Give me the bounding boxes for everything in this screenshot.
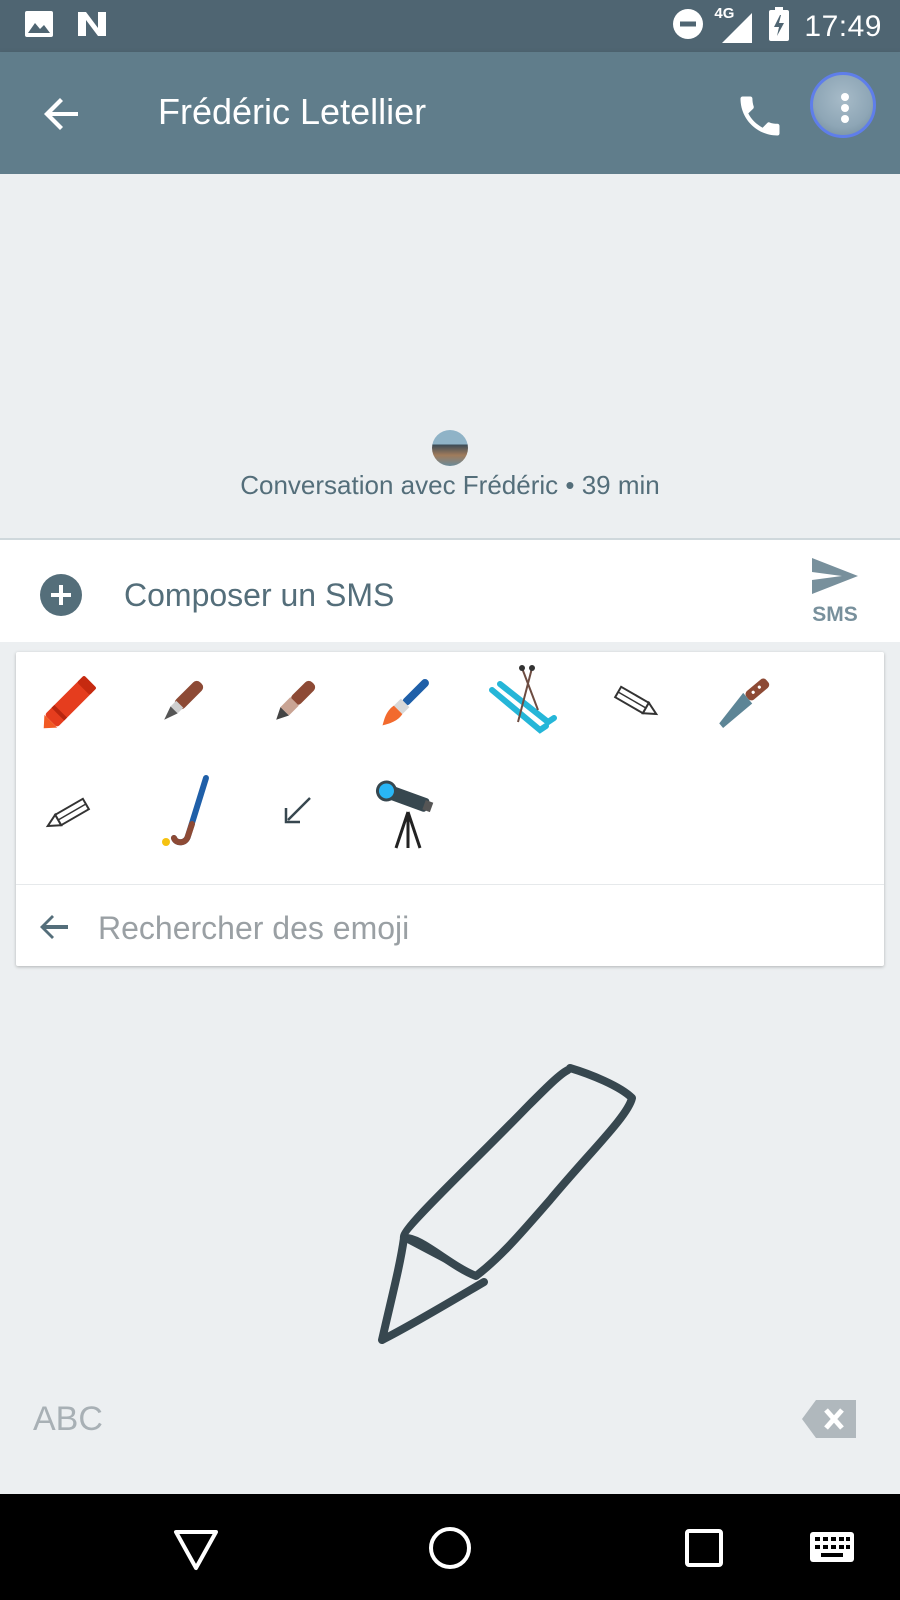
contact-name: Frédéric Letellier xyxy=(158,91,427,132)
skis-icon xyxy=(489,665,557,734)
emoji-kitchen-knife[interactable] xyxy=(704,660,784,740)
emoji-pen[interactable] xyxy=(256,660,336,740)
emoji-pencil[interactable] xyxy=(592,660,672,740)
contact-avatar xyxy=(432,430,468,466)
emoji-pencil[interactable] xyxy=(32,772,112,852)
home-nav-button[interactable] xyxy=(426,1524,474,1572)
compose-bar: SMS xyxy=(0,538,900,642)
back-arrow-icon xyxy=(40,915,68,939)
back-arrow-icon xyxy=(44,98,78,130)
send-button[interactable]: SMS xyxy=(800,556,870,636)
status-bar: 4G 17:49 xyxy=(0,0,900,52)
fountain-pen-icon xyxy=(164,680,204,720)
navigation-bar xyxy=(0,1494,900,1600)
kitchen-knife-icon xyxy=(719,678,770,728)
phone-icon xyxy=(740,96,780,136)
abc-keyboard-switch[interactable]: ABC xyxy=(33,1400,103,1439)
emoji-field-hockey[interactable] xyxy=(144,772,224,852)
emoji-crayon[interactable] xyxy=(32,660,112,740)
field-hockey-icon xyxy=(162,775,209,846)
emoji-search-row xyxy=(16,884,884,967)
status-time: 17:49 xyxy=(804,9,882,43)
paintbrush-icon xyxy=(382,679,429,726)
backspace-icon xyxy=(802,1400,856,1438)
back-nav-button[interactable] xyxy=(172,1524,220,1572)
emoji-search-input[interactable] xyxy=(96,899,840,957)
image-icon xyxy=(24,10,54,43)
do-not-disturb-icon xyxy=(672,8,704,45)
send-icon xyxy=(812,558,858,594)
avatar[interactable] xyxy=(810,72,876,138)
app-bar: Frédéric Letellier xyxy=(0,52,900,174)
conversation-info: Conversation avec Frédéric • 39 min xyxy=(240,470,660,500)
delete-button[interactable] xyxy=(800,1398,858,1440)
pencil-icon xyxy=(613,685,659,716)
handwriting-stroke xyxy=(378,1064,636,1344)
square-recents-icon xyxy=(685,1529,723,1567)
n-icon xyxy=(76,10,108,43)
conversation-area: Conversation avec Frédéric • 39 min xyxy=(0,174,900,538)
keyboard-switch-button[interactable] xyxy=(808,1524,856,1572)
telescope-icon xyxy=(375,780,434,849)
emoji-arrow-down-left[interactable] xyxy=(256,772,336,852)
search-back-button[interactable] xyxy=(32,905,76,949)
emoji-skis[interactable] xyxy=(480,660,560,740)
pencil-icon xyxy=(45,797,91,828)
pen-icon xyxy=(276,680,316,720)
circle-home-icon xyxy=(429,1527,471,1569)
call-button[interactable] xyxy=(734,90,786,142)
battery-charging-icon xyxy=(768,6,790,47)
emoji-panel xyxy=(16,652,884,966)
recents-nav-button[interactable] xyxy=(680,1524,728,1572)
crayon-icon xyxy=(43,676,96,729)
send-label: SMS xyxy=(812,603,858,626)
signal-icon: 4G xyxy=(714,5,754,45)
keyboard-icon xyxy=(810,1532,854,1562)
back-button[interactable] xyxy=(36,88,88,140)
arrow-down-left-icon xyxy=(284,797,311,824)
emoji-fountain-pen[interactable] xyxy=(144,660,224,740)
triangle-back-icon xyxy=(174,1530,218,1570)
emoji-paintbrush[interactable] xyxy=(368,660,448,740)
compose-input[interactable] xyxy=(122,566,766,624)
add-attachment-button[interactable] xyxy=(40,574,82,616)
handwriting-canvas[interactable] xyxy=(0,966,900,1494)
emoji-telescope[interactable] xyxy=(368,772,448,852)
